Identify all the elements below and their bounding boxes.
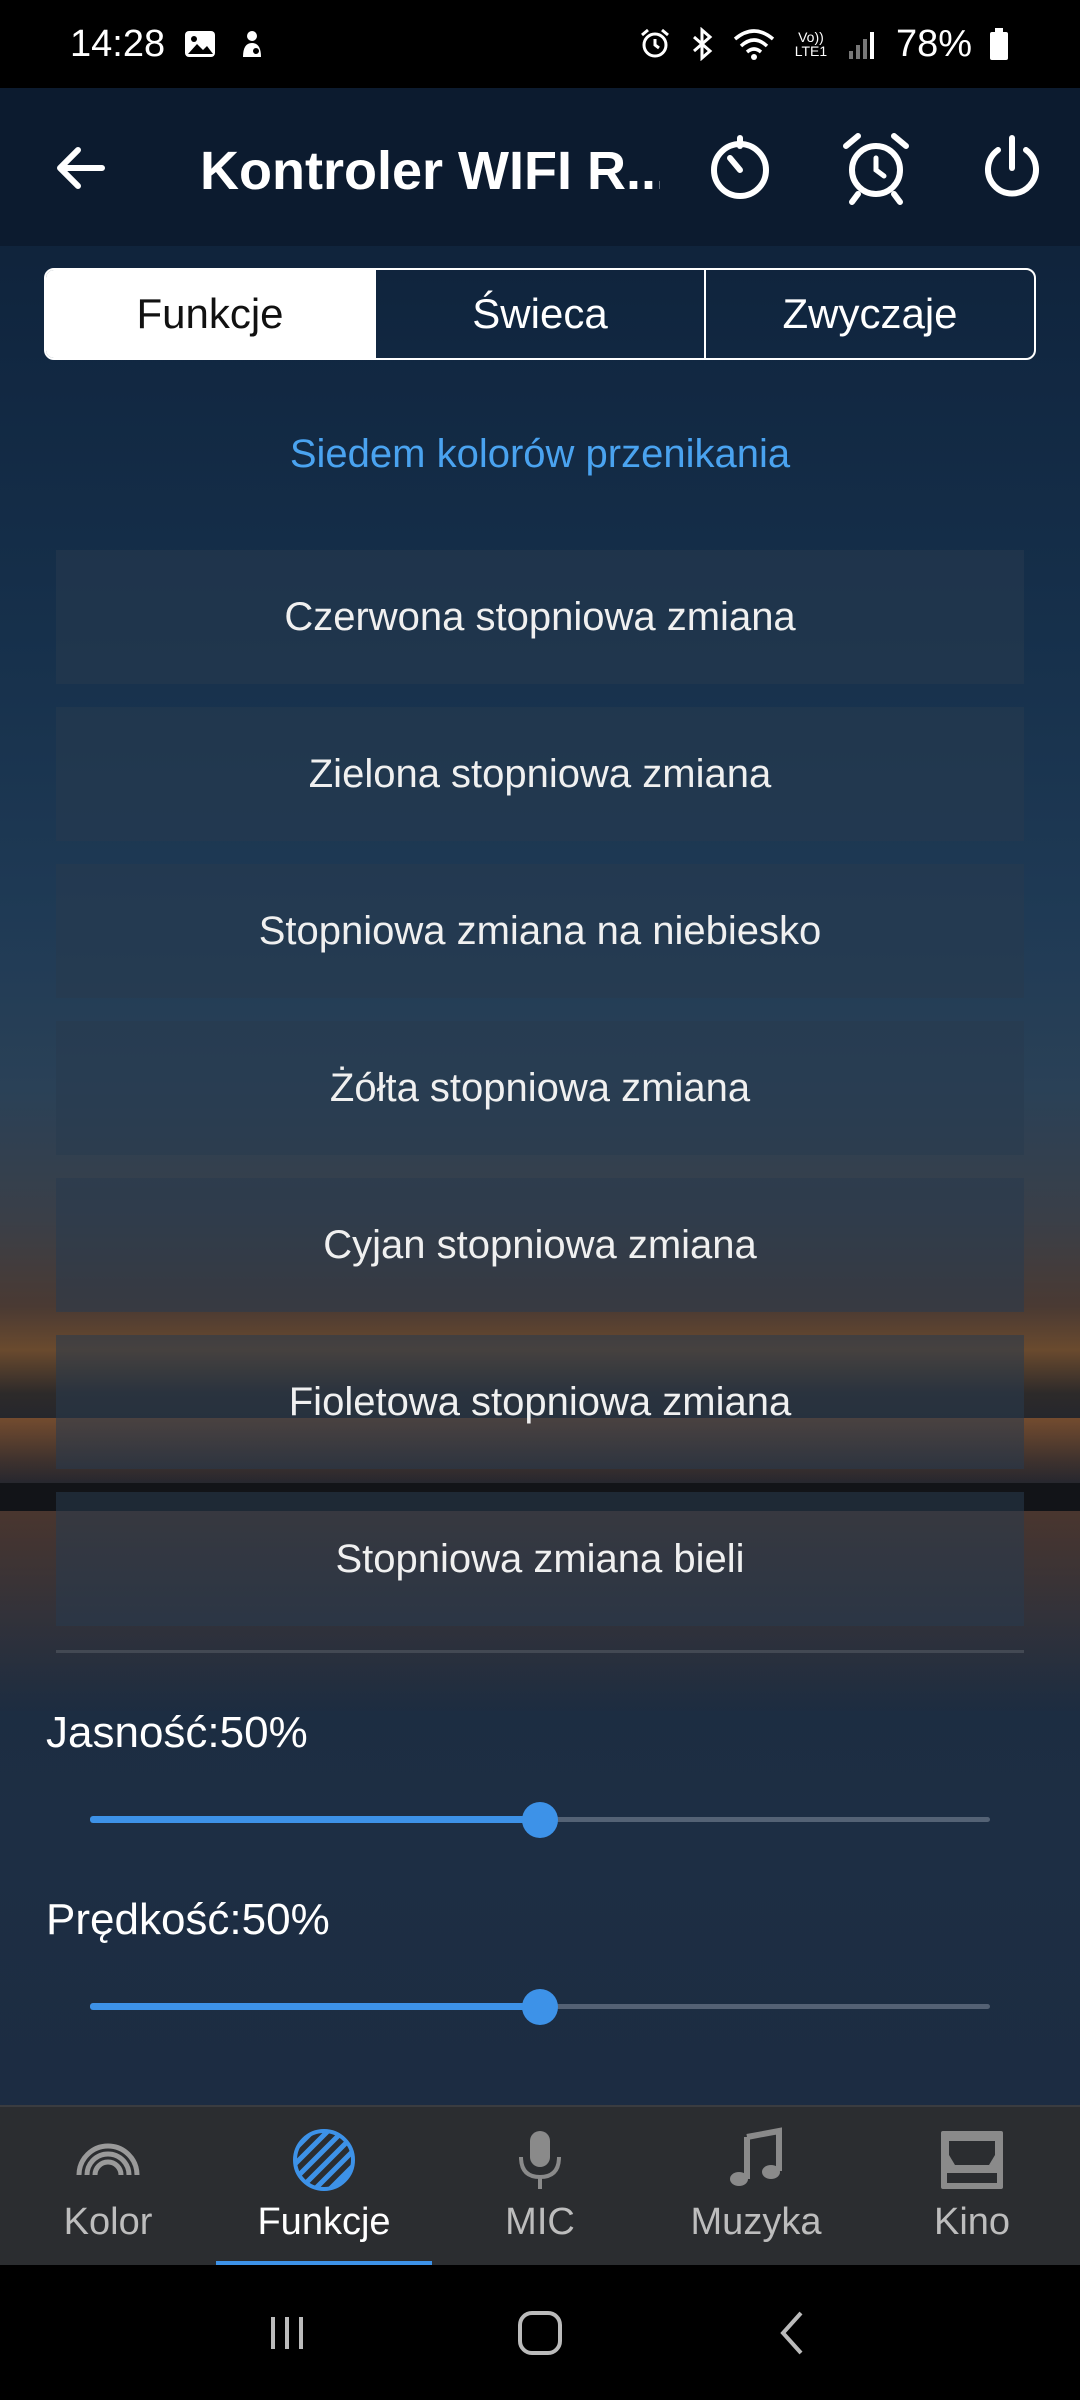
- app-header: Kontroler WIFI R...: [0, 88, 1080, 246]
- mode-purple-fade[interactable]: Fioletowa stopniowa zmiana: [56, 1335, 1024, 1469]
- slider-thumb[interactable]: [522, 1802, 558, 1838]
- mode-white-fade[interactable]: Stopniowa zmiana bieli: [56, 1492, 1024, 1626]
- mode-yellow-fade[interactable]: Żółta stopniowa zmiana: [56, 1021, 1024, 1155]
- home-icon[interactable]: [510, 2303, 570, 2363]
- nav-label: MIC: [505, 2201, 575, 2243]
- microphone-icon: [519, 2131, 561, 2189]
- slider-fill: [90, 2003, 540, 2010]
- rainbow-icon: [76, 2143, 140, 2176]
- striped-circle-icon: [293, 2129, 355, 2191]
- nav-label: Kolor: [63, 2201, 153, 2243]
- tab-funkcje[interactable]: Funkcje: [46, 270, 376, 358]
- mode-green-fade[interactable]: Zielona stopniowa zmiana: [56, 707, 1024, 841]
- nav-funkcje[interactable]: Funkcje: [216, 2107, 432, 2267]
- page-title: Kontroler WIFI R...: [200, 141, 660, 201]
- nav-kolor[interactable]: Kolor: [0, 2107, 216, 2267]
- status-bar: 14:28 Vo)) LTE1 78%: [0, 0, 1080, 88]
- battery-icon: [990, 28, 1008, 60]
- brightness-slider[interactable]: [90, 1800, 990, 1840]
- signal-icon: [848, 32, 874, 59]
- nav-mic[interactable]: MIC: [432, 2107, 648, 2267]
- timer-icon[interactable]: [702, 130, 778, 206]
- mode-cyan-fade[interactable]: Cyjan stopniowa zmiana: [56, 1178, 1024, 1312]
- segmented-tabs: Funkcje Świeca Zwyczaje: [44, 268, 1036, 360]
- tab-zwyczaje[interactable]: Zwyczaje: [706, 270, 1034, 358]
- speed-label: Prędkość:50%: [46, 1895, 330, 1944]
- wifi-icon: [733, 29, 775, 60]
- recent-apps-icon[interactable]: [257, 2303, 317, 2363]
- back-arrow-icon[interactable]: [50, 138, 110, 198]
- nav-label: Funkcje: [257, 2201, 391, 2243]
- back-nav-icon[interactable]: [763, 2303, 823, 2363]
- alarm-icon: [640, 28, 669, 58]
- speed-slider[interactable]: [90, 1987, 990, 2027]
- slider-fill: [90, 1816, 540, 1823]
- brightness-label: Jasność:50%: [46, 1708, 308, 1757]
- alarm-clock-icon[interactable]: [838, 130, 914, 206]
- bottom-nav: Kolor Funkcje MIC Muzyka Kino: [0, 2105, 1080, 2267]
- system-nav-bar: [0, 2265, 1080, 2400]
- tab-swieca[interactable]: Świeca: [376, 270, 706, 358]
- mode-list: Czerwona stopniowa zmiana Zielona stopni…: [56, 550, 1024, 1649]
- status-right-icons: Vo)) LTE1 78%: [638, 23, 1010, 66]
- section-title: Siedem kolorów przenikania: [289, 432, 791, 476]
- nav-label: Kino: [933, 2201, 1011, 2243]
- nav-kino[interactable]: Kino: [864, 2107, 1080, 2267]
- network-label: Vo)) LTE1: [794, 29, 828, 59]
- status-left-icons: [183, 27, 269, 61]
- mode-blue-fade[interactable]: Stopniowa zmiana na niebiesko: [56, 864, 1024, 998]
- gallery-icon: [185, 31, 216, 57]
- mode-red-fade[interactable]: Czerwona stopniowa zmiana: [56, 550, 1024, 684]
- nav-label: Muzyka: [690, 2201, 822, 2243]
- nav-muzyka[interactable]: Muzyka: [648, 2107, 864, 2267]
- power-icon[interactable]: [974, 130, 1050, 206]
- bluetooth-icon: [692, 27, 713, 61]
- slider-thumb[interactable]: [522, 1989, 558, 2025]
- cinema-screen-icon: [941, 2131, 1003, 2189]
- divider: [56, 1650, 1024, 1653]
- status-time: 14:28: [70, 22, 166, 65]
- music-note-icon: [730, 2127, 782, 2186]
- notification-app-icon: [243, 31, 262, 57]
- battery-percent: 78%: [895, 22, 972, 65]
